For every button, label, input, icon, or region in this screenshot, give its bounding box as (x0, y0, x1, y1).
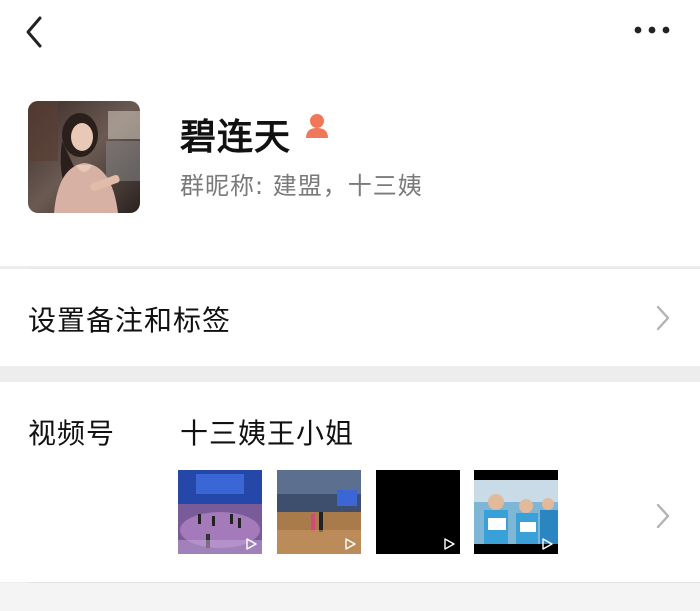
set-remark-tags-label: 设置备注和标签 (28, 304, 232, 337)
more-horizontal-icon[interactable] (630, 18, 674, 42)
female-icon (306, 114, 328, 138)
play-icon (542, 538, 553, 550)
video-thumbnail[interactable] (376, 470, 460, 554)
play-icon (444, 538, 455, 550)
chevron-right-icon (656, 305, 670, 331)
section-gap (0, 366, 700, 382)
chevron-right-icon (656, 503, 670, 529)
group-nickname: 群昵称: 建盟，十三姨 (180, 172, 423, 200)
profile-card: 碧连天 群昵称: 建盟，十三姨 (0, 86, 700, 266)
avatar[interactable] (28, 101, 140, 213)
set-remark-tags-row[interactable]: 设置备注和标签 (0, 269, 700, 366)
top-bar (0, 0, 700, 86)
video-channel-label: 视频号 (28, 417, 116, 450)
video-thumbnail[interactable] (178, 470, 262, 554)
video-channel-row[interactable]: 视频号 十三姨王小姐 (0, 382, 700, 582)
chevron-left-icon[interactable] (18, 12, 54, 52)
play-icon (246, 538, 257, 550)
avatar-image (28, 101, 140, 213)
video-thumbnail[interactable] (277, 470, 361, 554)
play-icon (345, 538, 356, 550)
video-thumbnail[interactable] (474, 470, 558, 554)
video-channel-name: 十三姨王小姐 (180, 417, 355, 450)
bottom-section (0, 583, 700, 611)
contact-name: 碧连天 (180, 117, 292, 158)
